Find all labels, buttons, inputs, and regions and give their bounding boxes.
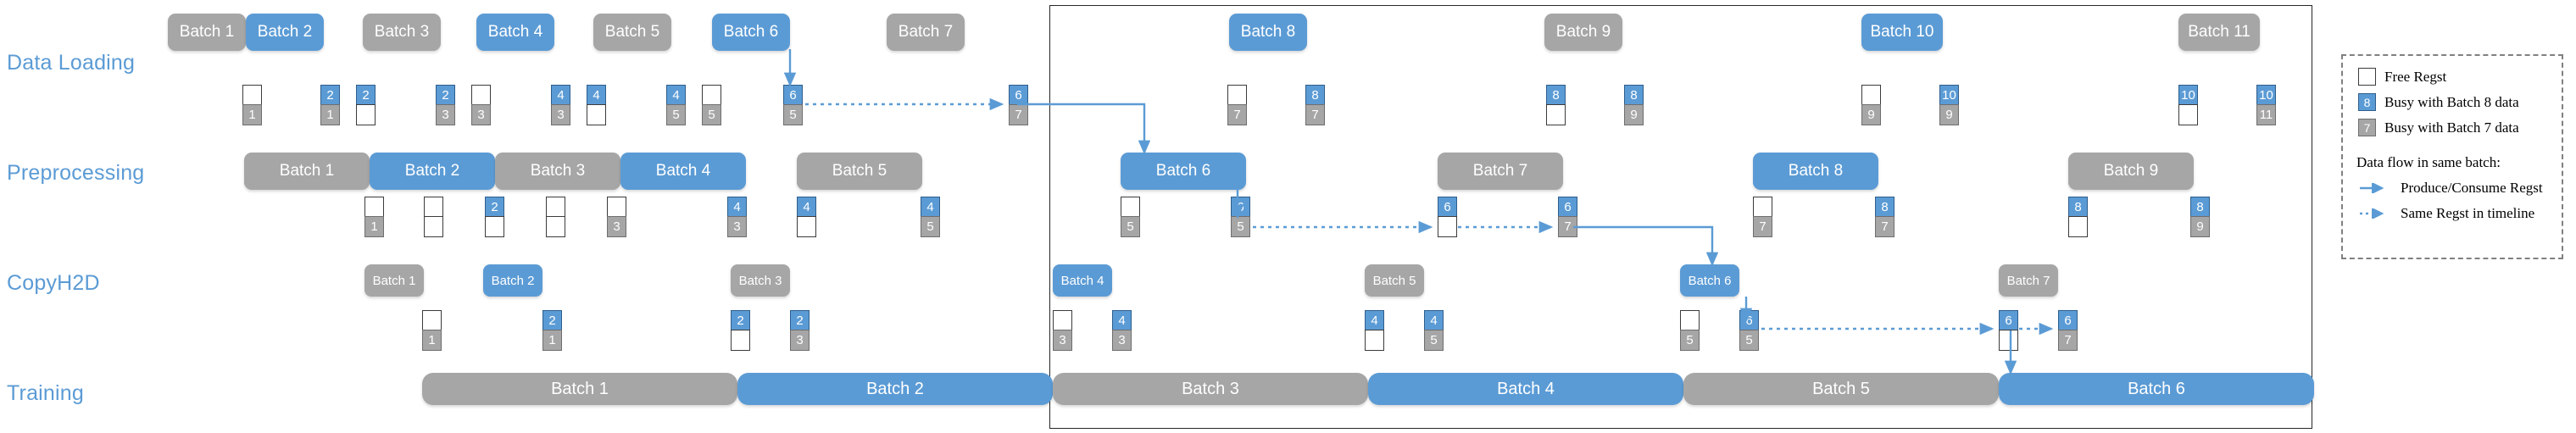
legend-swatch-blue: 8 — [2358, 93, 2376, 111]
legend-flow-item: Produce/Consume Regst — [2358, 180, 2543, 197]
legend-item-label: Busy with Batch 8 data — [2384, 93, 2519, 110]
legend-item: 7 Busy with Batch 7 data — [2358, 119, 2519, 136]
dotted-arrow-icon — [2360, 208, 2384, 219]
legend-swatch-gray: 7 — [2358, 119, 2376, 136]
legend-item-label: Busy with Batch 7 data — [2384, 119, 2519, 136]
flow-arrows-layer — [783, 49, 2054, 375]
legend-flow-label: Produce/Consume Regst — [2401, 180, 2543, 196]
legend-item: Free Regst — [2358, 68, 2446, 86]
legend-flow-label: Same Regst in timeline — [2401, 205, 2535, 221]
legend-item-label: Free Regst — [2384, 68, 2447, 85]
arrow-dl-to-pp6 — [1017, 103, 1151, 155]
solid-arrow-icon — [2360, 183, 2384, 193]
legend-swatch-free — [2358, 68, 2376, 86]
legend-flow-item: Same Regst in timeline — [2358, 205, 2534, 222]
timeline-diagram: Data Loading Preprocessing CopyH2D Train… — [0, 0, 2576, 433]
legend-item: 8 Busy with Batch 8 data — [2358, 93, 2519, 111]
legend-box: Free Regst 8 Busy with Batch 8 data 7 Busy w… — [2341, 54, 2563, 259]
legend-flow-title: Data flow in same batch: — [2356, 154, 2501, 170]
arrow-pp-to-ch6 — [1573, 225, 1719, 267]
